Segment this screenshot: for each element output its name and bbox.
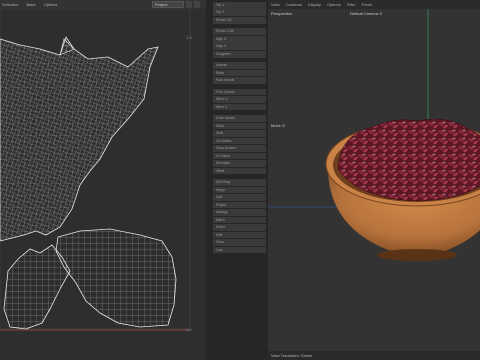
viewport-menu-display[interactable]: Display <box>308 2 321 7</box>
uv-toolbar-button-a[interactable] <box>186 1 192 8</box>
uv-corner-label-bottom: 1.0 <box>186 327 192 332</box>
viewport-menu-filter[interactable]: Filter <box>347 2 356 7</box>
viewport-scene[interactable]: Default Camera ⊙ <box>268 9 480 351</box>
tool-flip-u[interactable]: Flip U <box>213 2 266 9</box>
uv-editor-panel: Selection Bake Options Project 1.0 1.0 <box>0 0 206 360</box>
viewport-menu-panel[interactable]: Panel <box>362 2 372 7</box>
viewport-status-bar: View Transform: Scene <box>268 351 480 360</box>
viewport-menu-bar: View Cameras Display Options Filter Pane… <box>268 0 480 9</box>
uv-project-dropdown[interactable]: Project <box>152 1 184 8</box>
tool-fit-to-canvas[interactable]: Fit to Canvas <box>213 88 266 96</box>
viewport-menu-options[interactable]: Options <box>327 2 341 7</box>
camera-label: Default Camera ⊙ <box>350 11 382 16</box>
tool-offset[interactable]: Offset <box>213 167 266 175</box>
move-label[interactable]: Move ⊙ <box>271 123 285 128</box>
tool-grid-snap[interactable]: Grid Snap <box>213 179 266 186</box>
tool-project[interactable]: Project <box>213 201 266 209</box>
tool-rotate-ccw[interactable]: Rotate CCW <box>213 28 266 36</box>
uv-corner-label-top: 1.0 <box>186 35 192 40</box>
tool-average[interactable]: Average <box>213 209 266 216</box>
uv-menu-bake[interactable]: Bake <box>26 2 35 7</box>
tool-cut-seams[interactable]: Cut Seams <box>213 137 266 145</box>
tool-lock[interactable]: Lock <box>213 246 266 254</box>
viewport-menu-cameras[interactable]: Cameras <box>286 2 302 7</box>
tool-mirror-v[interactable]: Mirror V <box>213 103 266 111</box>
tool-stitch[interactable]: Stitch <box>213 122 266 130</box>
tool-rotate-cw[interactable]: Rotate CW <box>213 16 266 24</box>
uv-canvas[interactable]: 1.0 1.0 <box>0 9 206 360</box>
tool-unwrap[interactable]: Unwrap <box>213 62 266 69</box>
uv-island-lower-right <box>55 228 177 328</box>
tool-match[interactable]: Match <box>213 216 266 224</box>
tool-show-borders[interactable]: Show Borders <box>213 145 266 152</box>
tool-split[interactable]: Split <box>213 194 266 201</box>
tool-align-v[interactable]: Align V <box>213 43 266 51</box>
uv-menu-selection[interactable]: Selection <box>2 2 18 7</box>
tool-relax[interactable]: Relax <box>213 69 266 77</box>
tool-normalize[interactable]: Normalize <box>213 160 266 167</box>
tool-flip-v[interactable]: Flip V <box>213 9 266 17</box>
tool-uv-island[interactable]: UV Island <box>213 152 266 160</box>
uv-toolbar-button-b[interactable] <box>194 1 200 8</box>
perspective-label[interactable]: Perspective <box>271 11 292 16</box>
tool-show[interactable]: Show <box>213 239 266 246</box>
tool-weld[interactable]: Weld <box>213 130 266 137</box>
tool-align-u[interactable]: Align U <box>213 35 266 43</box>
tool-pack-islands[interactable]: Pack Islands <box>213 77 266 84</box>
viewport-3d[interactable]: View Cameras Display Options Filter Pane… <box>268 0 480 360</box>
tool-select[interactable]: Select <box>213 224 266 231</box>
bowl-base <box>377 249 457 261</box>
viewport-menu-view[interactable]: View <box>271 2 280 7</box>
tool-mirror-u[interactable]: Mirror U <box>213 96 266 103</box>
tool-scale-islands[interactable]: Scale Islands <box>213 115 266 122</box>
uv-menu-options[interactable]: Options <box>44 2 58 7</box>
tool-straighten[interactable]: Straighten <box>213 50 266 58</box>
tool-merge[interactable]: Merge <box>213 186 266 194</box>
uv-tools-panel: Flip U Flip V Rotate CW Rotate CCW Align… <box>206 0 268 360</box>
tool-hide[interactable]: Hide <box>213 231 266 239</box>
app-window: Selection Bake Options Project 1.0 1.0 F… <box>0 0 480 360</box>
